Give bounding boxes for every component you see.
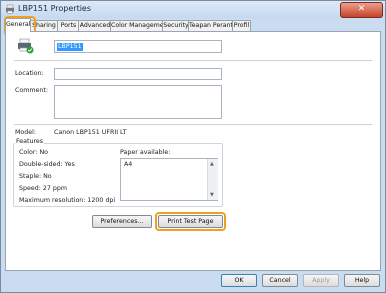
paper-list-scrollbar[interactable]: ▲ ▼ bbox=[207, 159, 218, 200]
feature-max-resolution: Maximum resolution: 1200 dpi bbox=[19, 197, 116, 204]
tab-color-management[interactable]: Color Management bbox=[110, 20, 170, 31]
separator bbox=[14, 60, 372, 61]
cancel-button[interactable]: Cancel bbox=[262, 274, 298, 287]
printer-name-value: LBP151 bbox=[57, 43, 83, 51]
printer-name-field[interactable]: LBP151 bbox=[54, 40, 222, 53]
model-value: Canon LBP151 UFRII LT bbox=[54, 129, 127, 136]
features-label: Features bbox=[15, 138, 45, 145]
scroll-down-icon[interactable]: ▼ bbox=[210, 192, 214, 198]
comment-field[interactable] bbox=[54, 85, 222, 119]
title-bar: LBP151 Properties ✕ bbox=[1, 1, 385, 18]
printer-icon bbox=[6, 4, 14, 14]
tab-ports[interactable]: Ports bbox=[57, 20, 80, 31]
comment-label: Comment: bbox=[15, 87, 48, 94]
printer-default-icon bbox=[18, 38, 34, 54]
feature-staple: Staple: No bbox=[19, 173, 52, 180]
paper-item[interactable]: A4 bbox=[124, 161, 132, 168]
scroll-up-icon[interactable]: ▲ bbox=[210, 161, 214, 167]
separator bbox=[14, 124, 372, 125]
window-title: LBP151 Properties bbox=[18, 4, 92, 13]
tab-security[interactable]: Security bbox=[162, 20, 190, 31]
tab-general[interactable]: General bbox=[5, 18, 31, 32]
tab-advanced[interactable]: Advanced bbox=[78, 20, 112, 31]
feature-speed: Speed: 27 ppm bbox=[19, 185, 68, 192]
tab-profil[interactable]: Profil bbox=[232, 20, 251, 31]
help-button[interactable]: Help bbox=[344, 274, 380, 287]
close-button[interactable]: ✕ bbox=[340, 2, 383, 18]
tab-teapan-peranti[interactable]: Teapan Peranti bbox=[188, 20, 235, 31]
paper-available-label: Paper available: bbox=[120, 149, 171, 156]
preferences-button[interactable]: Preferences... bbox=[92, 215, 152, 228]
feature-color: Color: No bbox=[19, 149, 49, 156]
general-panel: LBP151 Location: Comment: Model: Canon L… bbox=[5, 31, 381, 271]
location-field[interactable] bbox=[54, 68, 222, 80]
location-label: Location: bbox=[15, 70, 44, 77]
model-label: Model: bbox=[15, 129, 37, 136]
print-test-page-highlight bbox=[155, 212, 226, 231]
paper-list[interactable]: A4 ▲ ▼ bbox=[120, 158, 218, 201]
properties-window: LBP151 Properties ✕ General Sharing Port… bbox=[0, 0, 386, 293]
ok-button[interactable]: OK bbox=[221, 274, 257, 287]
feature-double-sided: Double-sided: Yes bbox=[19, 161, 75, 168]
apply-button[interactable]: Apply bbox=[303, 274, 339, 287]
